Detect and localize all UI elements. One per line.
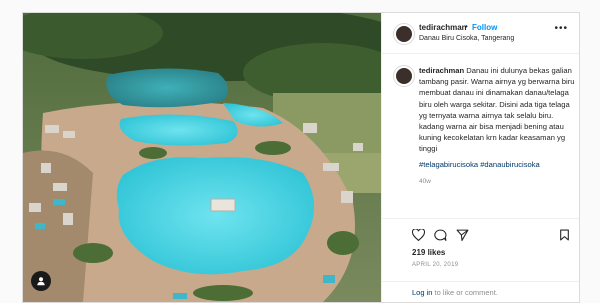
login-rest-text: to like or comment. (432, 288, 498, 297)
actions-section: 219 likes APRIL 20, 2019 Log in to like … (382, 218, 579, 302)
user-tag-icon[interactable] (31, 271, 51, 291)
caption-avatar[interactable] (393, 65, 415, 87)
post-side-panel: tedirachman • Follow Danau Biru Cisoka, … (381, 13, 579, 302)
caption-username[interactable]: tedirachman (419, 66, 464, 75)
location-link[interactable]: Danau Biru Cisoka, Tangerang (419, 35, 514, 42)
hashtags[interactable]: #telagabirucisoka #danaubirucisoka (419, 159, 575, 170)
heart-icon[interactable] (411, 228, 426, 246)
post-date: APRIL 20, 2019 (412, 262, 459, 268)
time-ago: 40w (419, 177, 431, 185)
login-link[interactable]: Log in (412, 288, 432, 297)
follow-button[interactable]: Follow (472, 23, 497, 32)
likes-count[interactable]: 219 likes (412, 248, 445, 257)
separator-dot: • (465, 22, 468, 31)
caption-text: Danau ini dulunya bekas galian tambang p… (419, 66, 575, 154)
more-options-icon[interactable]: ••• (554, 23, 568, 34)
comment-icon[interactable] (434, 228, 447, 246)
paper-plane-icon[interactable] (456, 228, 469, 246)
bookmark-icon[interactable] (559, 228, 570, 246)
post-header: tedirachman • Follow Danau Biru Cisoka, … (382, 13, 579, 54)
post-card: tedirachman • Follow Danau Biru Cisoka, … (22, 12, 580, 303)
post-photo[interactable] (23, 13, 381, 302)
header-username[interactable]: tedirachman (419, 23, 467, 32)
avatar[interactable] (393, 23, 415, 45)
login-prompt: Log in to like or comment. (382, 281, 579, 302)
aerial-lake-image (23, 13, 381, 302)
